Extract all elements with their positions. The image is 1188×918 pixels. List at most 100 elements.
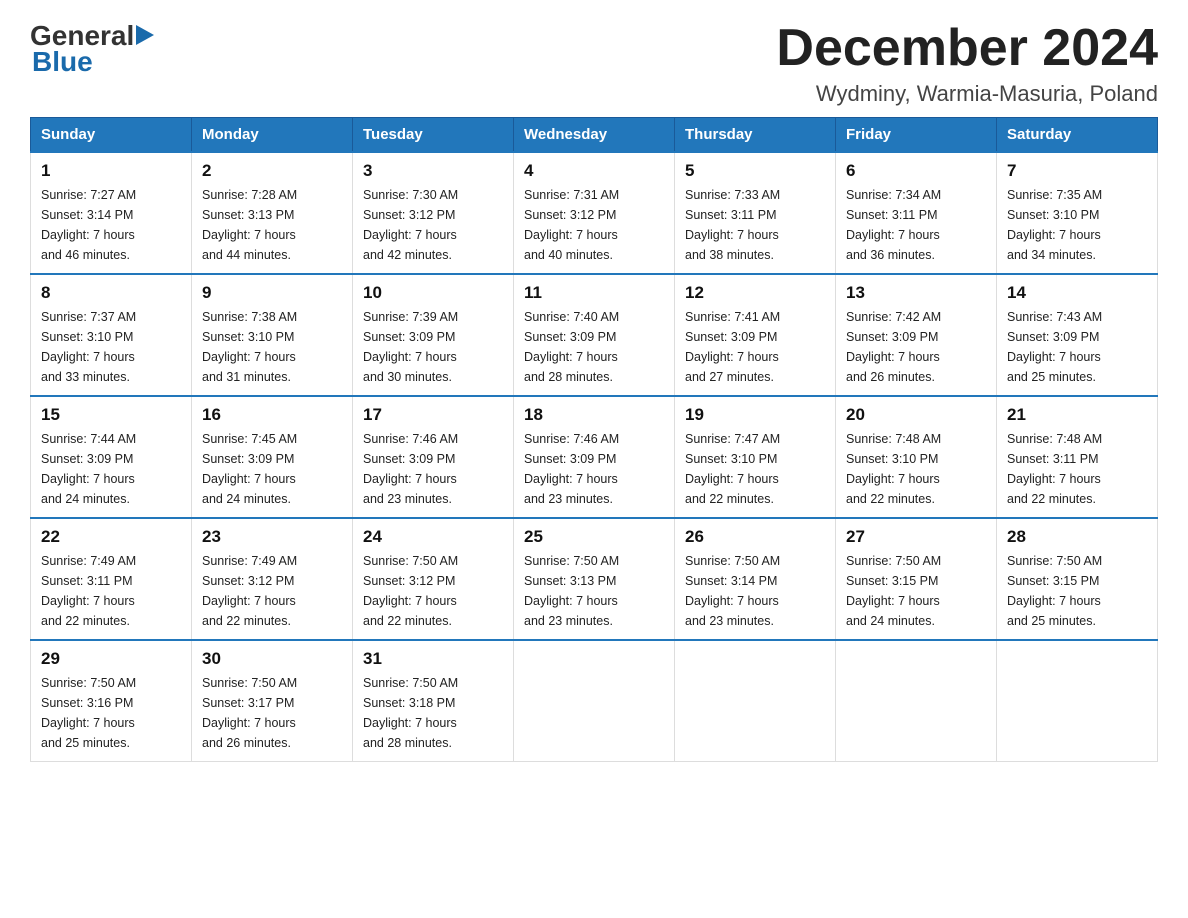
day-info: Sunrise: 7:28 AMSunset: 3:13 PMDaylight:… bbox=[202, 185, 342, 265]
calendar-cell: 28 Sunrise: 7:50 AMSunset: 3:15 PMDayligh… bbox=[997, 518, 1158, 640]
day-info: Sunrise: 7:47 AMSunset: 3:10 PMDaylight:… bbox=[685, 429, 825, 509]
calendar-week-row: 22 Sunrise: 7:49 AMSunset: 3:11 PMDayligh… bbox=[31, 518, 1158, 640]
day-number: 28 bbox=[1007, 527, 1147, 547]
calendar-cell: 5Sunrise: 7:33 AMSunset: 3:11 PMDaylight… bbox=[675, 152, 836, 274]
calendar-cell: 21 Sunrise: 7:48 AMSunset: 3:11 PMDayligh… bbox=[997, 396, 1158, 518]
calendar-cell: 2 Sunrise: 7:28 AMSunset: 3:13 PMDaylight… bbox=[192, 152, 353, 274]
day-info: Sunrise: 7:49 AMSunset: 3:12 PMDaylight:… bbox=[202, 551, 342, 631]
calendar-cell: 23Sunrise: 7:49 AMSunset: 3:12 PMDayligh… bbox=[192, 518, 353, 640]
calendar-cell bbox=[514, 640, 675, 762]
calendar-cell: 11 Sunrise: 7:40 AMSunset: 3:09 PMDayligh… bbox=[514, 274, 675, 396]
day-number: 22 bbox=[41, 527, 181, 547]
day-number: 15 bbox=[41, 405, 181, 425]
day-number: 4 bbox=[524, 161, 664, 181]
calendar-cell: 9 Sunrise: 7:38 AMSunset: 3:10 PMDaylight… bbox=[192, 274, 353, 396]
day-info: Sunrise: 7:34 AMSunset: 3:11 PMDaylight:… bbox=[846, 185, 986, 265]
day-number: 25 bbox=[524, 527, 664, 547]
calendar-table: SundayMondayTuesdayWednesdayThursdayFrid… bbox=[30, 117, 1158, 762]
calendar-cell: 6 Sunrise: 7:34 AMSunset: 3:11 PMDaylight… bbox=[836, 152, 997, 274]
day-info: Sunrise: 7:27 AMSunset: 3:14 PMDaylight:… bbox=[41, 185, 181, 265]
calendar-cell: 18 Sunrise: 7:46 AMSunset: 3:09 PMDayligh… bbox=[514, 396, 675, 518]
calendar-cell: 8 Sunrise: 7:37 AMSunset: 3:10 PMDaylight… bbox=[31, 274, 192, 396]
day-info: Sunrise: 7:50 AMSunset: 3:16 PMDaylight:… bbox=[41, 673, 181, 753]
day-number: 13 bbox=[846, 283, 986, 303]
day-number: 7 bbox=[1007, 161, 1147, 181]
calendar-cell bbox=[675, 640, 836, 762]
day-info: Sunrise: 7:49 AMSunset: 3:11 PMDaylight:… bbox=[41, 551, 181, 631]
day-info: Sunrise: 7:46 AMSunset: 3:09 PMDaylight:… bbox=[524, 429, 664, 509]
day-info: Sunrise: 7:50 AMSunset: 3:17 PMDaylight:… bbox=[202, 673, 342, 753]
day-of-week-header: Tuesday bbox=[353, 118, 514, 153]
day-info: Sunrise: 7:38 AMSunset: 3:10 PMDaylight:… bbox=[202, 307, 342, 387]
calendar-cell: 4Sunrise: 7:31 AMSunset: 3:12 PMDaylight… bbox=[514, 152, 675, 274]
day-number: 21 bbox=[1007, 405, 1147, 425]
calendar-cell: 1 Sunrise: 7:27 AMSunset: 3:14 PMDaylight… bbox=[31, 152, 192, 274]
calendar-cell bbox=[997, 640, 1158, 762]
calendar-cell: 13 Sunrise: 7:42 AMSunset: 3:09 PMDayligh… bbox=[836, 274, 997, 396]
calendar-week-row: 15 Sunrise: 7:44 AMSunset: 3:09 PMDayligh… bbox=[31, 396, 1158, 518]
day-number: 27 bbox=[846, 527, 986, 547]
calendar-cell: 25 Sunrise: 7:50 AMSunset: 3:13 PMDayligh… bbox=[514, 518, 675, 640]
calendar-cell: 7 Sunrise: 7:35 AMSunset: 3:10 PMDaylight… bbox=[997, 152, 1158, 274]
day-info: Sunrise: 7:50 AMSunset: 3:13 PMDaylight:… bbox=[524, 551, 664, 631]
page-header: General Blue December 2024 Wydminy, Warm… bbox=[30, 20, 1158, 107]
day-number: 11 bbox=[524, 283, 664, 303]
day-number: 14 bbox=[1007, 283, 1147, 303]
calendar-week-row: 8 Sunrise: 7:37 AMSunset: 3:10 PMDaylight… bbox=[31, 274, 1158, 396]
day-info: Sunrise: 7:48 AMSunset: 3:11 PMDaylight:… bbox=[1007, 429, 1147, 509]
day-info: Sunrise: 7:44 AMSunset: 3:09 PMDaylight:… bbox=[41, 429, 181, 509]
day-info: Sunrise: 7:37 AMSunset: 3:10 PMDaylight:… bbox=[41, 307, 181, 387]
day-of-week-header: Thursday bbox=[675, 118, 836, 153]
day-number: 6 bbox=[846, 161, 986, 181]
day-number: 31 bbox=[363, 649, 503, 669]
day-info: Sunrise: 7:41 AMSunset: 3:09 PMDaylight:… bbox=[685, 307, 825, 387]
calendar-cell: 29 Sunrise: 7:50 AMSunset: 3:16 PMDayligh… bbox=[31, 640, 192, 762]
day-number: 18 bbox=[524, 405, 664, 425]
title-block: December 2024 Wydminy, Warmia-Masuria, P… bbox=[776, 20, 1158, 107]
calendar-week-row: 29 Sunrise: 7:50 AMSunset: 3:16 PMDayligh… bbox=[31, 640, 1158, 762]
day-number: 1 bbox=[41, 161, 181, 181]
logo-blue-text: Blue bbox=[32, 46, 93, 77]
day-number: 8 bbox=[41, 283, 181, 303]
day-number: 29 bbox=[41, 649, 181, 669]
day-info: Sunrise: 7:35 AMSunset: 3:10 PMDaylight:… bbox=[1007, 185, 1147, 265]
calendar-cell: 12 Sunrise: 7:41 AMSunset: 3:09 PMDayligh… bbox=[675, 274, 836, 396]
day-number: 19 bbox=[685, 405, 825, 425]
calendar-cell: 26 Sunrise: 7:50 AMSunset: 3:14 PMDayligh… bbox=[675, 518, 836, 640]
day-number: 10 bbox=[363, 283, 503, 303]
day-number: 24 bbox=[363, 527, 503, 547]
calendar-subtitle: Wydminy, Warmia-Masuria, Poland bbox=[776, 81, 1158, 107]
day-info: Sunrise: 7:40 AMSunset: 3:09 PMDaylight:… bbox=[524, 307, 664, 387]
calendar-cell: 15 Sunrise: 7:44 AMSunset: 3:09 PMDayligh… bbox=[31, 396, 192, 518]
day-number: 5 bbox=[685, 161, 825, 181]
day-info: Sunrise: 7:30 AMSunset: 3:12 PMDaylight:… bbox=[363, 185, 503, 265]
day-of-week-header: Sunday bbox=[31, 118, 192, 153]
logo: General Blue bbox=[30, 20, 158, 78]
calendar-cell: 19 Sunrise: 7:47 AMSunset: 3:10 PMDayligh… bbox=[675, 396, 836, 518]
day-number: 2 bbox=[202, 161, 342, 181]
day-number: 3 bbox=[363, 161, 503, 181]
calendar-title: December 2024 bbox=[776, 20, 1158, 77]
calendar-cell: 10 Sunrise: 7:39 AMSunset: 3:09 PMDayligh… bbox=[353, 274, 514, 396]
day-number: 12 bbox=[685, 283, 825, 303]
day-info: Sunrise: 7:50 AMSunset: 3:15 PMDaylight:… bbox=[1007, 551, 1147, 631]
calendar-cell: 31Sunrise: 7:50 AMSunset: 3:18 PMDayligh… bbox=[353, 640, 514, 762]
day-number: 17 bbox=[363, 405, 503, 425]
day-of-week-header: Monday bbox=[192, 118, 353, 153]
calendar-cell: 24Sunrise: 7:50 AMSunset: 3:12 PMDayligh… bbox=[353, 518, 514, 640]
calendar-cell: 16Sunrise: 7:45 AMSunset: 3:09 PMDayligh… bbox=[192, 396, 353, 518]
day-info: Sunrise: 7:39 AMSunset: 3:09 PMDaylight:… bbox=[363, 307, 503, 387]
day-info: Sunrise: 7:48 AMSunset: 3:10 PMDaylight:… bbox=[846, 429, 986, 509]
day-number: 9 bbox=[202, 283, 342, 303]
calendar-cell: 22 Sunrise: 7:49 AMSunset: 3:11 PMDayligh… bbox=[31, 518, 192, 640]
day-number: 26 bbox=[685, 527, 825, 547]
calendar-cell: 20Sunrise: 7:48 AMSunset: 3:10 PMDayligh… bbox=[836, 396, 997, 518]
day-info: Sunrise: 7:50 AMSunset: 3:14 PMDaylight:… bbox=[685, 551, 825, 631]
calendar-cell: 30Sunrise: 7:50 AMSunset: 3:17 PMDayligh… bbox=[192, 640, 353, 762]
day-info: Sunrise: 7:43 AMSunset: 3:09 PMDaylight:… bbox=[1007, 307, 1147, 387]
calendar-cell: 27Sunrise: 7:50 AMSunset: 3:15 PMDayligh… bbox=[836, 518, 997, 640]
day-of-week-header: Saturday bbox=[997, 118, 1158, 153]
day-info: Sunrise: 7:42 AMSunset: 3:09 PMDaylight:… bbox=[846, 307, 986, 387]
day-info: Sunrise: 7:45 AMSunset: 3:09 PMDaylight:… bbox=[202, 429, 342, 509]
logo-arrow-icon bbox=[136, 21, 158, 49]
